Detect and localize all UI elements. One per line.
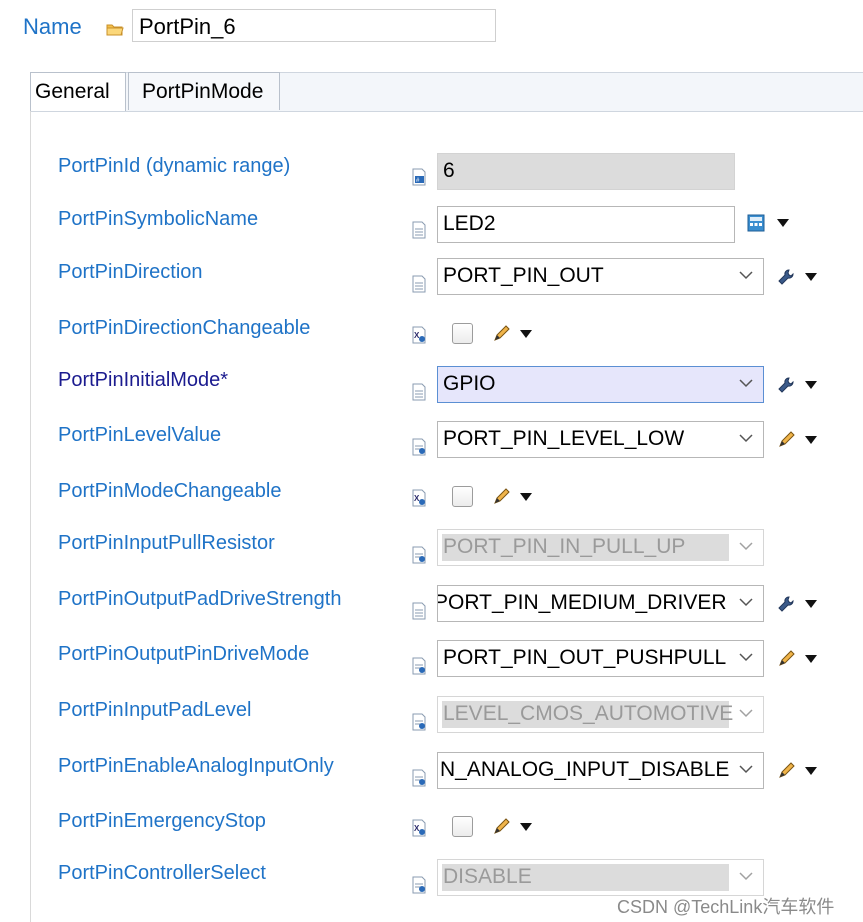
portpininitialmode-select[interactable]: GPIO: [437, 366, 764, 403]
chevron-down-icon: [739, 434, 753, 443]
pencil-icon[interactable]: [777, 431, 795, 449]
portpindirection-select[interactable]: PORT_PIN_OUT: [437, 258, 764, 295]
param-label-portpinmodechangeable: PortPinModeChangeable: [58, 480, 282, 502]
chevron-down-icon: [739, 271, 753, 280]
dropdown-arrow-icon[interactable]: [805, 600, 817, 608]
parameter-icon: [412, 713, 426, 731]
chevron-down-icon: [739, 872, 753, 881]
portpinlevelvalue-select[interactable]: PORT_PIN_LEVEL_LOW: [437, 421, 764, 458]
portpindirectionchangeable-checkbox[interactable]: [452, 323, 473, 344]
chevron-down-icon: [739, 379, 753, 388]
dropdown-arrow-icon[interactable]: [805, 655, 817, 663]
portpinoutputpindrivemode-select[interactable]: PORT_PIN_OUT_PUSHPULL: [437, 640, 764, 677]
boolean-parameter-icon: X: [412, 489, 426, 507]
param-label-portpinoutputpaddrivestrength: PortPinOutputPadDriveStrength: [58, 588, 342, 610]
name-label: Name: [23, 14, 82, 39]
name-input[interactable]: PortPin_6: [132, 9, 496, 42]
param-label-portpinsymbolicname: PortPinSymbolicName: [58, 208, 259, 230]
parameter-icon: [412, 275, 426, 293]
tab-portpinmode[interactable]: PortPinMode: [128, 72, 280, 110]
dropdown-arrow-icon[interactable]: [777, 219, 789, 227]
param-label-portpinoutputpindrivemode: PortPinOutputPinDriveMode: [58, 643, 310, 665]
portpinmodechangeable-checkbox[interactable]: [452, 486, 473, 507]
dropdown-arrow-icon[interactable]: [805, 767, 817, 775]
parameter-icon: [412, 221, 426, 239]
param-label-portpinenableanaloginputonly: PortPinEnableAnalogInputOnly: [58, 755, 334, 777]
pencil-icon[interactable]: [492, 488, 510, 506]
portpinid-field: 6: [437, 153, 735, 190]
chevron-down-icon: [739, 709, 753, 718]
chevron-down-icon: [739, 542, 753, 551]
param-label-portpininputpullresistor: PortPinInputPullResistor: [58, 532, 275, 554]
portpininputpadlevel-select: LEVEL_CMOS_AUTOMOTIVE: [437, 696, 764, 733]
parameter-icon: [412, 876, 426, 894]
boolean-parameter-icon: X: [412, 819, 426, 837]
calculated-parameter-icon: #: [412, 168, 426, 186]
param-label-portpininitialmode: PortPinInitialMode*: [58, 369, 229, 391]
wrench-icon[interactable]: [777, 376, 795, 394]
wrench-icon[interactable]: [777, 268, 795, 286]
dropdown-arrow-icon[interactable]: [520, 330, 532, 338]
param-label-portpindirection: PortPinDirection: [58, 261, 203, 283]
portpinsymbolicname-input[interactable]: LED2: [437, 206, 735, 243]
param-label-portpinemergencystop: PortPinEmergencyStop: [58, 810, 266, 832]
boolean-parameter-icon: X: [412, 326, 426, 344]
dropdown-arrow-icon[interactable]: [805, 436, 817, 444]
dropdown-arrow-icon[interactable]: [520, 493, 532, 501]
parameter-icon: [412, 438, 426, 456]
portpincontrollerselect-select: DISABLE: [437, 859, 764, 896]
portpininputpullresistor-select: PORT_PIN_IN_PULL_UP: [437, 529, 764, 566]
tab-general[interactable]: General: [30, 72, 126, 111]
folder-icon[interactable]: [106, 22, 124, 36]
calculator-icon[interactable]: [747, 214, 765, 232]
chevron-down-icon: [739, 653, 753, 662]
param-label-portpinid: PortPinId (dynamic range): [58, 155, 291, 177]
parameter-icon: [412, 383, 426, 401]
dropdown-arrow-icon[interactable]: [805, 273, 817, 281]
parameter-icon: [412, 546, 426, 564]
dropdown-arrow-icon[interactable]: [805, 381, 817, 389]
portpinenableanaloginputonly-select[interactable]: N_ANALOG_INPUT_DISABLE: [437, 752, 764, 789]
param-label-portpininputpadlevel: PortPinInputPadLevel: [58, 699, 252, 721]
parameter-icon: [412, 769, 426, 787]
parameter-icon: [412, 657, 426, 675]
chevron-down-icon: [739, 765, 753, 774]
pencil-icon[interactable]: [777, 762, 795, 780]
panel-border: [30, 110, 31, 922]
pencil-icon[interactable]: [492, 818, 510, 836]
watermark: CSDN @TechLink汽车软件: [617, 897, 835, 917]
portpinoutputpaddrivestrength-select[interactable]: PORT_PIN_MEDIUM_DRIVER: [437, 585, 764, 622]
parameter-icon: [412, 602, 426, 620]
param-label-portpincontrollerselect: PortPinControllerSelect: [58, 862, 266, 884]
portpinemergencystop-checkbox[interactable]: [452, 816, 473, 837]
pencil-icon[interactable]: [777, 650, 795, 668]
wrench-icon[interactable]: [777, 595, 795, 613]
param-label-portpindirectionchangeable: PortPinDirectionChangeable: [58, 317, 311, 339]
dropdown-arrow-icon[interactable]: [520, 823, 532, 831]
chevron-down-icon: [739, 598, 753, 607]
pencil-icon[interactable]: [492, 325, 510, 343]
param-label-portpinlevelvalue: PortPinLevelValue: [58, 424, 222, 446]
